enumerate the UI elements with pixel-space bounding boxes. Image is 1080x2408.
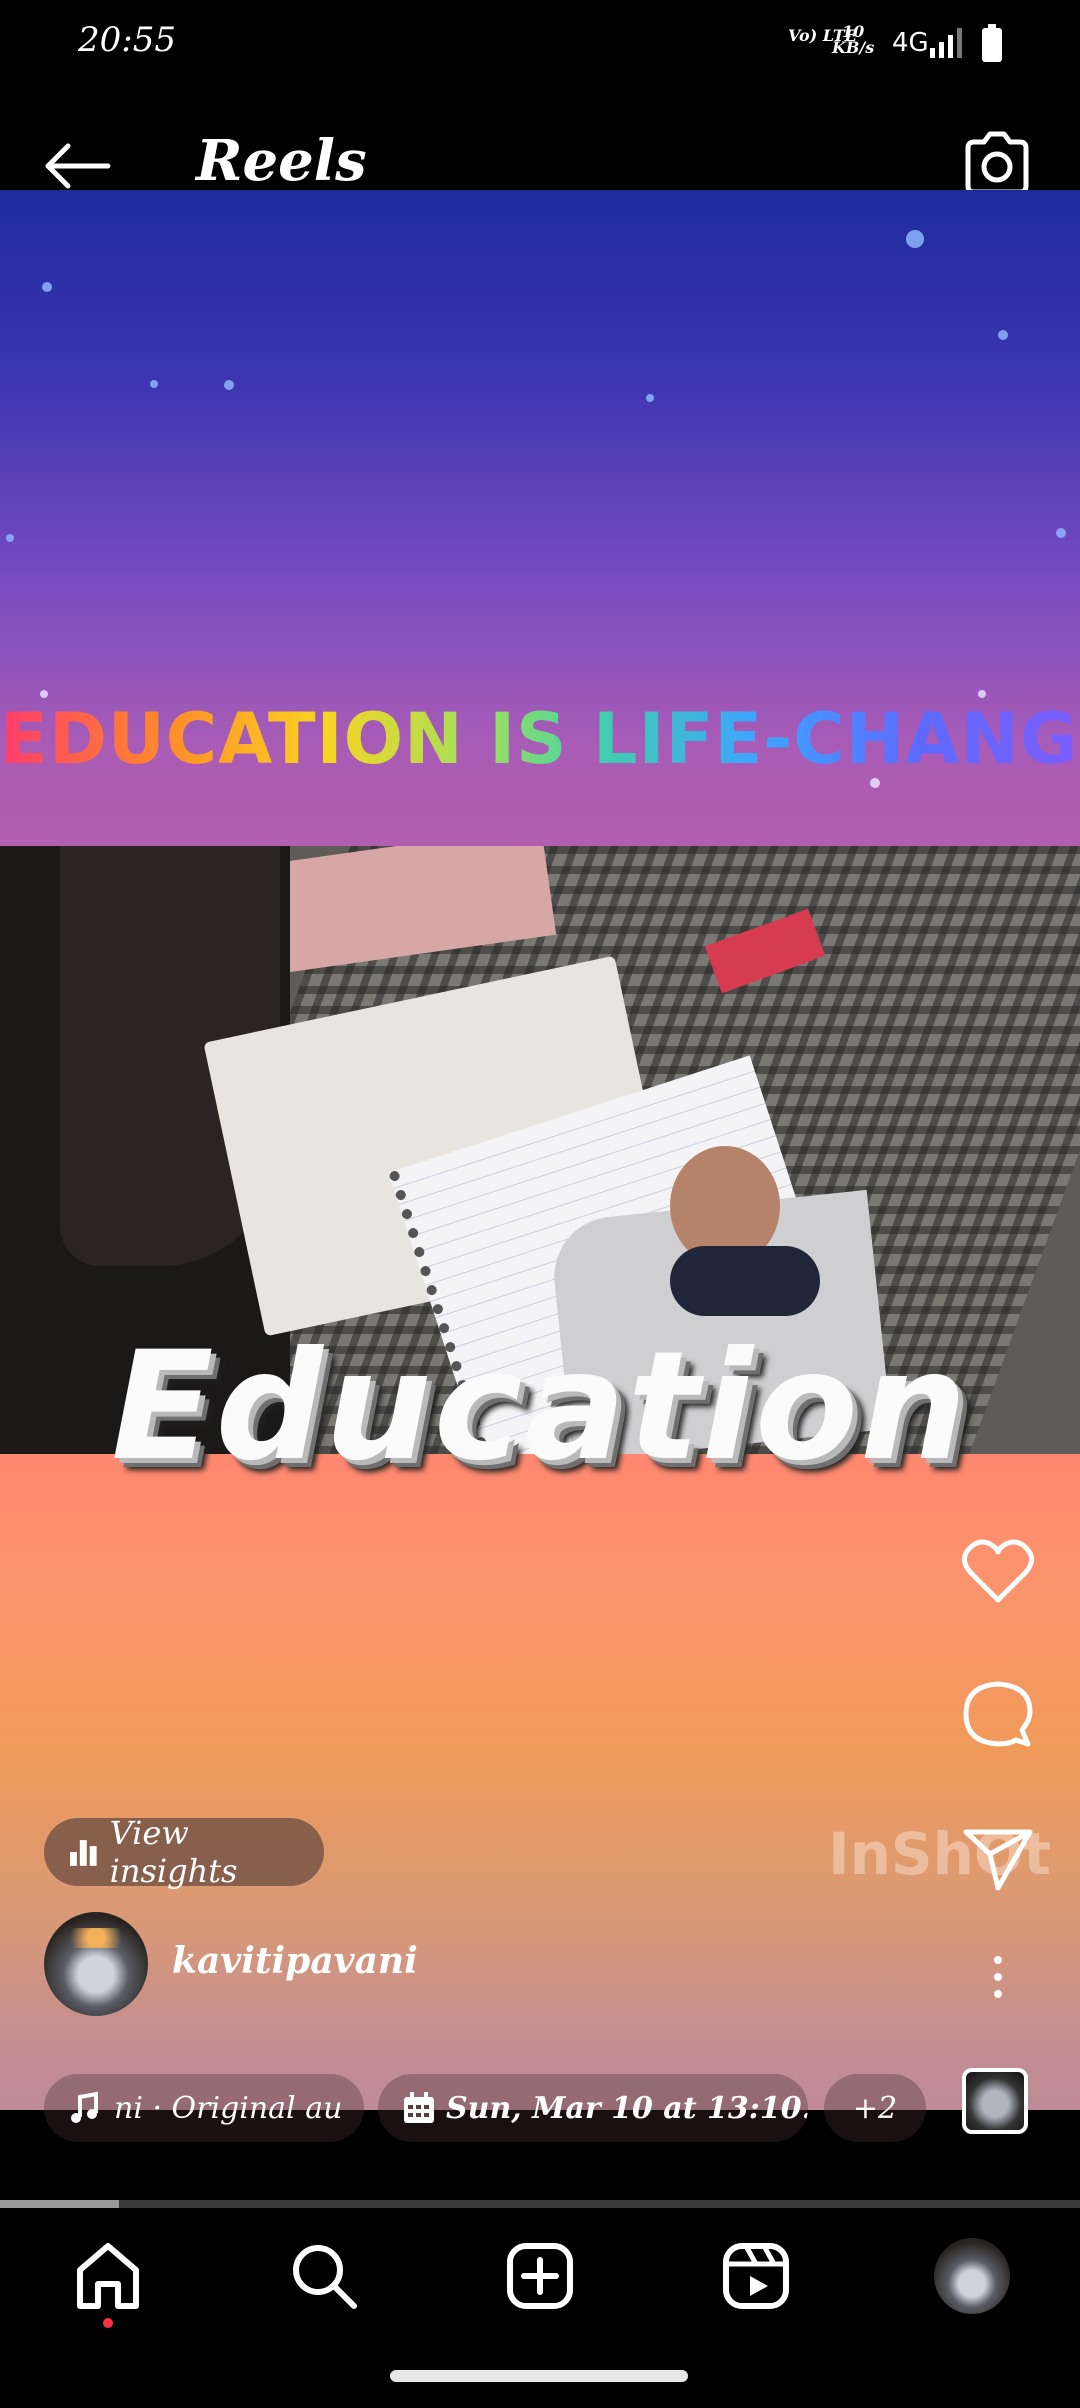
create-icon[interactable]: [504, 2240, 576, 2312]
bokeh-dot: [6, 534, 14, 542]
profile-avatar[interactable]: [934, 2238, 1010, 2314]
reels-icon[interactable]: [720, 2240, 792, 2312]
calendar-icon: [404, 2092, 434, 2123]
reel-headline: EDUCATION IS LIFE-CHANGING: [0, 698, 1080, 780]
post-date-label: Sun, Mar 10 at 13:10...: [446, 2090, 808, 2126]
more-vertical-icon[interactable]: [978, 1952, 1018, 2002]
reel-bottom-background: [0, 1454, 1080, 2110]
status-time: 20:55: [78, 20, 176, 60]
notification-dot: [103, 2318, 113, 2328]
post-date-chip[interactable]: Sun, Mar 10 at 13:10...: [378, 2074, 808, 2142]
music-note-icon: [71, 2091, 98, 2123]
avatar-glow: [54, 1928, 138, 1948]
bokeh-dot: [978, 690, 986, 698]
reel-big-title: Education: [111, 1320, 969, 1494]
battery-icon: [982, 24, 1002, 62]
bokeh-dot: [42, 282, 52, 292]
bar-chart-icon: [69, 1840, 97, 1866]
heart-icon[interactable]: [958, 1532, 1038, 1612]
view-insights-button[interactable]: View insights: [44, 1814, 324, 1890]
avatar[interactable]: [44, 1912, 148, 2016]
camera-icon[interactable]: [962, 130, 1032, 198]
bokeh-dot: [906, 230, 924, 248]
bokeh-dot: [646, 394, 654, 402]
view-insights-label: View insights: [109, 1814, 238, 1890]
home-icon[interactable]: [72, 2240, 144, 2312]
more-tags-chip[interactable]: +2: [824, 2074, 926, 2142]
bokeh-dot: [998, 330, 1008, 340]
bokeh-dot: [150, 380, 158, 388]
network-type: 4G: [892, 28, 929, 58]
original-audio-chip[interactable]: ni · Original au: [44, 2074, 364, 2142]
reels-header: [0, 90, 1080, 190]
home-indicator[interactable]: [390, 2370, 688, 2382]
network-speed: 10 KB/s: [832, 24, 874, 56]
reel-progress-fill: [0, 2200, 119, 2208]
bokeh-dot: [1056, 528, 1066, 538]
reel-top-background: EDUCATION IS LIFE-CHANGING: [0, 190, 1080, 846]
bokeh-dot: [40, 690, 48, 698]
reel-progress-track[interactable]: [0, 2200, 1080, 2208]
arrow-left-icon[interactable]: [40, 140, 112, 192]
original-audio-label: ni · Original au: [114, 2090, 343, 2126]
username[interactable]: kavitipavani: [172, 1940, 418, 1982]
signal-icon: [930, 28, 962, 58]
search-icon[interactable]: [288, 2240, 360, 2312]
more-tags-label: +2: [852, 2090, 898, 2126]
bokeh-dot: [224, 380, 234, 390]
paper-plane-icon[interactable]: [958, 1818, 1038, 1898]
audio-thumbnail[interactable]: [962, 2068, 1028, 2134]
page-title: Reels: [196, 128, 367, 194]
comment-bubble-icon[interactable]: [958, 1674, 1038, 1754]
network-speed-unit: KB/s: [832, 38, 875, 57]
scrunchie: [670, 1246, 820, 1316]
